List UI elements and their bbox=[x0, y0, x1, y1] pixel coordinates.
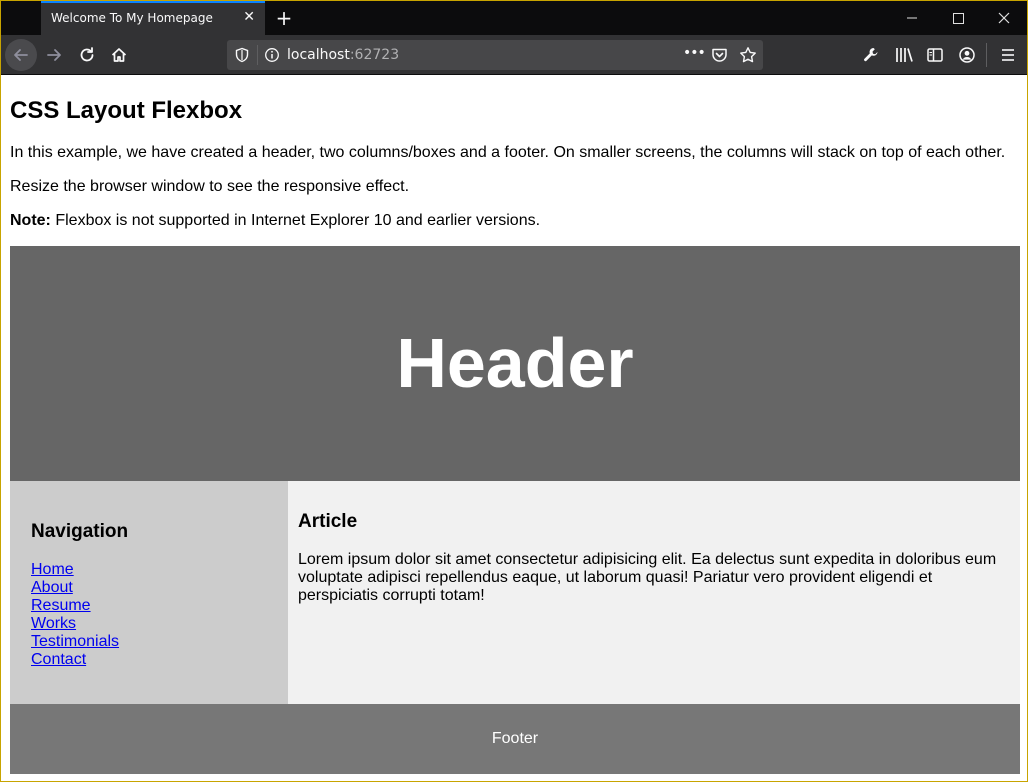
navigation-column: Navigation Home About Resume Works Testi… bbox=[10, 481, 288, 704]
page-title: CSS Layout Flexbox bbox=[10, 97, 243, 124]
page-actions-icon[interactable]: ••• bbox=[683, 45, 706, 61]
maximize-icon[interactable] bbox=[935, 1, 981, 35]
nav-link-testimonials[interactable]: Testimonials bbox=[31, 633, 119, 651]
tab-close-icon[interactable]: ✕ bbox=[243, 9, 255, 25]
url-separator bbox=[257, 45, 258, 65]
toolbar-separator bbox=[986, 43, 987, 67]
article-heading: Article bbox=[298, 511, 358, 532]
note-paragraph: Note: Flexbox is not supported in Intern… bbox=[10, 212, 540, 230]
browser-window: Welcome To My Homepage ✕ + localhost:627… bbox=[0, 0, 1028, 782]
tracking-shield-icon[interactable] bbox=[234, 47, 250, 63]
page-content: CSS Layout Flexbox In this example, we h… bbox=[1, 76, 1027, 781]
intro-paragraph: In this example, we have created a heade… bbox=[10, 144, 1006, 161]
nav-link-about[interactable]: About bbox=[31, 579, 119, 597]
url-host: localhost bbox=[287, 47, 350, 63]
layout-header: Header bbox=[10, 246, 1020, 481]
layout-footer: Footer bbox=[10, 704, 1020, 774]
navigation-toolbar: localhost:62723 ••• bbox=[1, 35, 1027, 75]
pocket-icon[interactable] bbox=[711, 47, 728, 63]
menu-icon[interactable] bbox=[1000, 46, 1016, 64]
minimize-icon[interactable] bbox=[889, 1, 935, 35]
reload-icon[interactable] bbox=[71, 39, 103, 71]
close-window-icon[interactable] bbox=[981, 1, 1027, 35]
header-text: Header bbox=[396, 323, 634, 402]
footer-text: Footer bbox=[491, 730, 539, 747]
bookmark-star-icon[interactable] bbox=[739, 46, 757, 64]
nav-link-resume[interactable]: Resume bbox=[31, 597, 119, 615]
tab-active[interactable]: Welcome To My Homepage ✕ bbox=[41, 1, 265, 35]
sidebar-icon[interactable] bbox=[926, 46, 944, 64]
info-icon[interactable] bbox=[264, 47, 280, 63]
nav-link-contact[interactable]: Contact bbox=[31, 651, 119, 669]
address-bar[interactable]: localhost:62723 ••• bbox=[227, 40, 763, 70]
library-icon[interactable] bbox=[894, 46, 914, 64]
article-column: Article Lorem ipsum dolor sit amet conse… bbox=[288, 481, 1020, 704]
url-text[interactable]: localhost:62723 bbox=[287, 47, 399, 63]
navigation-list: Home About Resume Works Testimonials Con… bbox=[31, 561, 119, 669]
resize-paragraph: Resize the browser window to see the res… bbox=[10, 178, 410, 195]
nav-link-home[interactable]: Home bbox=[31, 561, 119, 579]
forward-icon[interactable] bbox=[38, 39, 70, 71]
navigation-heading: Navigation bbox=[31, 521, 129, 542]
note-label: Note: bbox=[10, 212, 51, 229]
new-tab-button[interactable]: + bbox=[273, 5, 295, 31]
home-icon[interactable] bbox=[103, 39, 135, 71]
account-icon[interactable] bbox=[958, 46, 976, 64]
nav-link-works[interactable]: Works bbox=[31, 615, 119, 633]
url-port: :62723 bbox=[349, 47, 400, 63]
tab-bar: Welcome To My Homepage ✕ + bbox=[1, 1, 1027, 35]
wrench-icon[interactable] bbox=[862, 46, 880, 64]
back-icon[interactable] bbox=[5, 39, 37, 71]
note-text: Flexbox is not supported in Internet Exp… bbox=[50, 212, 541, 229]
article-body: Lorem ipsum dolor sit amet consectetur a… bbox=[298, 551, 997, 604]
tab-title: Welcome To My Homepage bbox=[51, 11, 213, 25]
